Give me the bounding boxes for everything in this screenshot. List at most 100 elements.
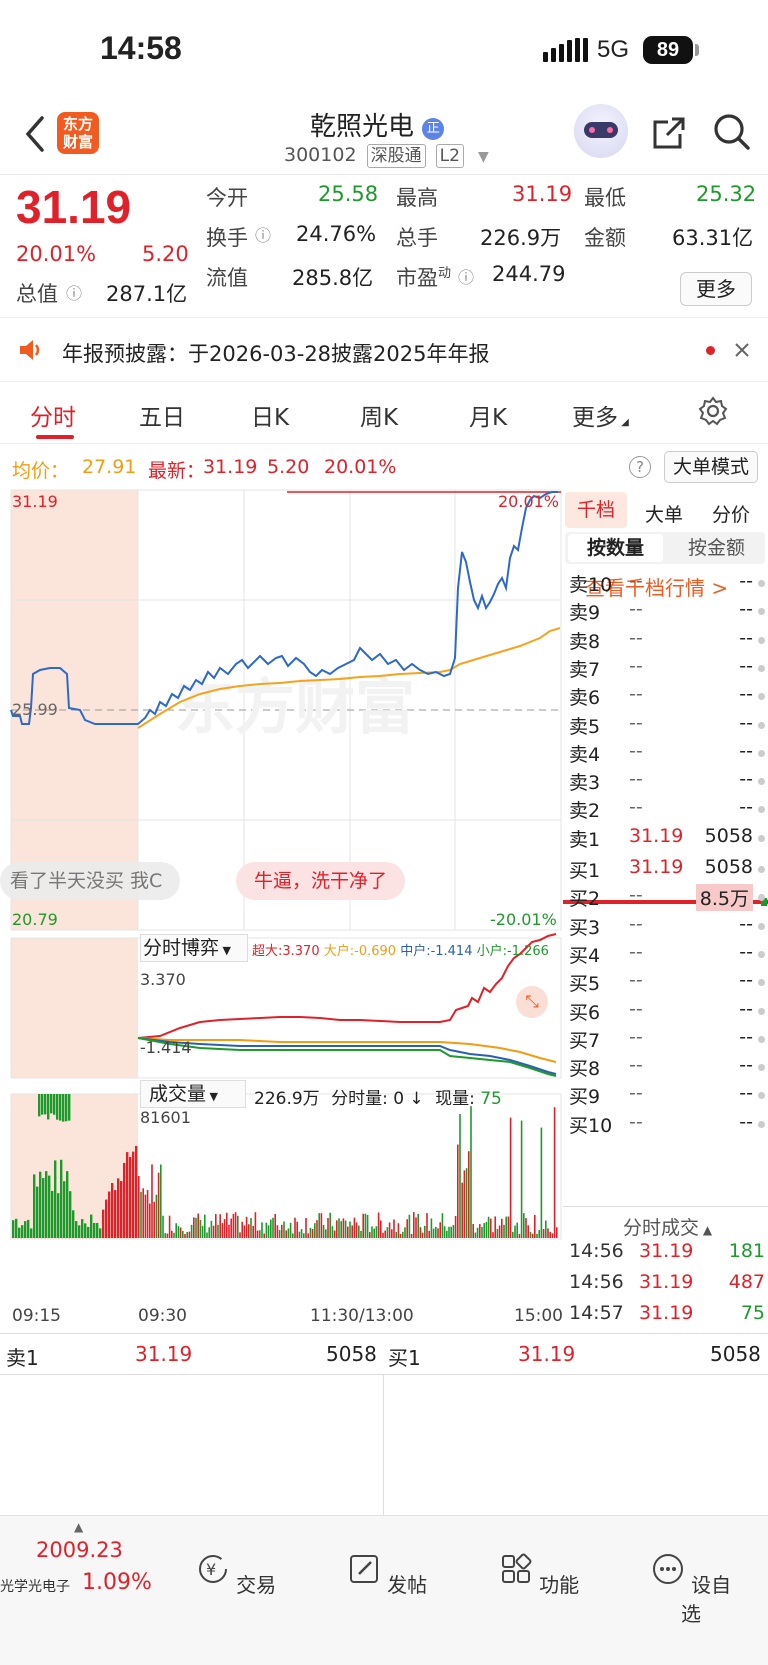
tab-price-dist[interactable]: 分价 — [712, 500, 750, 527]
volume-current-label: 现量: — [435, 1089, 475, 1109]
tab-post[interactable]: 发帖 — [342, 1552, 432, 1598]
tab-add-watchlist[interactable]: 设自选 — [646, 1552, 736, 1627]
subtab-by-amount[interactable]: 按金额 — [669, 534, 764, 562]
volume-bar — [413, 1212, 415, 1238]
volume-bar — [358, 1225, 360, 1238]
float-value: 285.8亿 — [292, 266, 374, 290]
ask-qty: -- — [739, 796, 753, 819]
volume-bar — [421, 1232, 424, 1238]
tab-big-order[interactable]: 大单 — [645, 500, 683, 527]
bid-row[interactable]: 买2 -- 8.5万 — [569, 884, 765, 912]
trade-qty: 487 — [728, 1271, 765, 1293]
bid-price: 31.19 — [629, 856, 684, 878]
info-icon[interactable]: ⓘ — [255, 222, 271, 246]
volume-bar — [468, 1151, 470, 1238]
volume-bar — [75, 1221, 78, 1238]
turnover-label: 换手 — [206, 226, 248, 250]
latest-label: 最新： — [148, 460, 206, 482]
ask-row[interactable]: 卖3 -- -- — [569, 768, 765, 796]
comment-bubble[interactable]: 看了半天没买 我C — [0, 862, 181, 900]
bid-row[interactable]: 买5 -- -- — [569, 969, 765, 997]
volume-bar — [362, 1213, 364, 1238]
ask-row[interactable]: 卖5 -- -- — [569, 712, 765, 740]
tab-5day[interactable]: 五日 — [139, 398, 185, 432]
volume-minute: 分时量: 0 ↓ — [331, 1089, 424, 1109]
close-icon[interactable] — [734, 342, 750, 358]
volume-bar — [166, 1233, 169, 1238]
bid-row[interactable]: 买10 -- -- — [569, 1111, 765, 1139]
back-icon[interactable] — [22, 114, 46, 154]
flow-selector[interactable]: 分时博弈 ▼ — [140, 934, 248, 962]
tab-monthly[interactable]: 月K — [469, 398, 507, 432]
ask-row[interactable]: 卖10 -- -- — [569, 570, 765, 598]
bid-row[interactable]: 买6 -- -- — [569, 998, 765, 1026]
volume-bar — [498, 1225, 501, 1238]
dot-icon — [758, 1064, 765, 1072]
ask-row[interactable]: 卖1 31.19 5058 — [569, 825, 765, 853]
volume-bar — [501, 1218, 503, 1238]
bid-qty: -- — [739, 1054, 753, 1077]
subtab-by-qty[interactable]: 按数量 — [568, 534, 663, 562]
tab-weekly[interactable]: 周K — [360, 398, 398, 432]
volume-bar — [30, 1228, 33, 1238]
tab-intraday[interactable]: 分时 — [30, 398, 76, 432]
index-value[interactable]: 2009.23 — [36, 1538, 123, 1562]
volume-bar — [298, 1231, 301, 1238]
volume-bar — [417, 1213, 419, 1238]
notice-bar[interactable]: 年报预披露：于2026-03-28披露2025年年报 — [0, 318, 768, 382]
expand-icon[interactable]: ⤡ — [516, 986, 548, 1018]
trades-title[interactable]: 分时成交 ▲ — [623, 1213, 712, 1240]
index-name[interactable]: 光学光电子 — [0, 1576, 70, 1596]
bid-price: -- — [629, 969, 643, 992]
volume-bar — [230, 1218, 232, 1238]
volume-bar — [318, 1213, 320, 1238]
robot-avatar-icon[interactable] — [574, 104, 628, 158]
tab-daily[interactable]: 日K — [251, 398, 289, 432]
volume-bar — [309, 1227, 312, 1238]
ask-row[interactable]: 卖8 -- -- — [569, 627, 765, 655]
ask-row[interactable]: 卖2 -- -- — [569, 796, 765, 824]
tab-thousand-level[interactable]: 千档 — [565, 492, 627, 528]
tab-trade[interactable]: ¥ 交易 — [191, 1552, 281, 1598]
volume-bar — [232, 1213, 235, 1238]
volume-bar — [228, 1224, 230, 1238]
ask-row[interactable]: 卖9 -- -- — [569, 598, 765, 626]
volume-bar — [53, 1094, 56, 1115]
volume-bar — [47, 1094, 50, 1120]
ask-row[interactable]: 卖6 -- -- — [569, 683, 765, 711]
comment-bubble[interactable]: 牛逼，洗干净了 — [236, 862, 406, 900]
bid-row[interactable]: 买4 -- -- — [569, 941, 765, 969]
more-button[interactable]: 更多 — [680, 272, 752, 306]
tab-trade-label: 交易 — [236, 1573, 277, 1597]
bid-row[interactable]: 买9 -- -- — [569, 1082, 765, 1110]
help-icon[interactable]: ? — [629, 456, 651, 478]
stock-code-row[interactable]: 300102 深股通 L2 ▼ — [284, 144, 489, 168]
share-icon[interactable] — [650, 114, 688, 152]
index-pct[interactable]: 1.09% — [82, 1570, 152, 1595]
volume-bar — [322, 1224, 325, 1238]
tab-add-watchlist-label: 设自选 — [681, 1573, 732, 1626]
bid-row[interactable]: 买3 -- -- — [569, 913, 765, 941]
bid-price: -- — [629, 1025, 643, 1048]
latest-change: 5.20 — [267, 456, 310, 478]
bid-row[interactable]: 买8 -- -- — [569, 1054, 765, 1082]
tab-functions[interactable]: 功能 — [494, 1552, 584, 1598]
ask-row[interactable]: 卖7 -- -- — [569, 655, 765, 683]
search-icon[interactable] — [712, 112, 752, 152]
bigorder-mode-button[interactable]: 大单模式 — [664, 451, 758, 483]
chart-area[interactable]: 东方财富 31.19 20.01% 25.99 20.79 -20.01% 看了… — [0, 488, 563, 1334]
volume-bar — [441, 1213, 444, 1238]
bid-row[interactable]: 买1 31.19 5058 — [569, 856, 765, 884]
volume-bar — [452, 1224, 455, 1238]
ask-row[interactable]: 卖4 -- -- — [569, 740, 765, 768]
settings-icon[interactable] — [698, 396, 728, 426]
volume-selector[interactable]: 成交量 ▼ — [140, 1080, 246, 1108]
tab-more[interactable]: 更多 ◢ — [572, 398, 629, 432]
volume-bar — [406, 1219, 408, 1238]
volume-bar — [21, 1225, 24, 1238]
info-icon[interactable]: ⓘ — [458, 264, 474, 288]
app-logo[interactable]: 东方财富 — [57, 112, 99, 154]
info-icon[interactable]: ⓘ — [66, 280, 82, 304]
volume-bar — [96, 1222, 99, 1238]
bid-row[interactable]: 买7 -- -- — [569, 1026, 765, 1054]
